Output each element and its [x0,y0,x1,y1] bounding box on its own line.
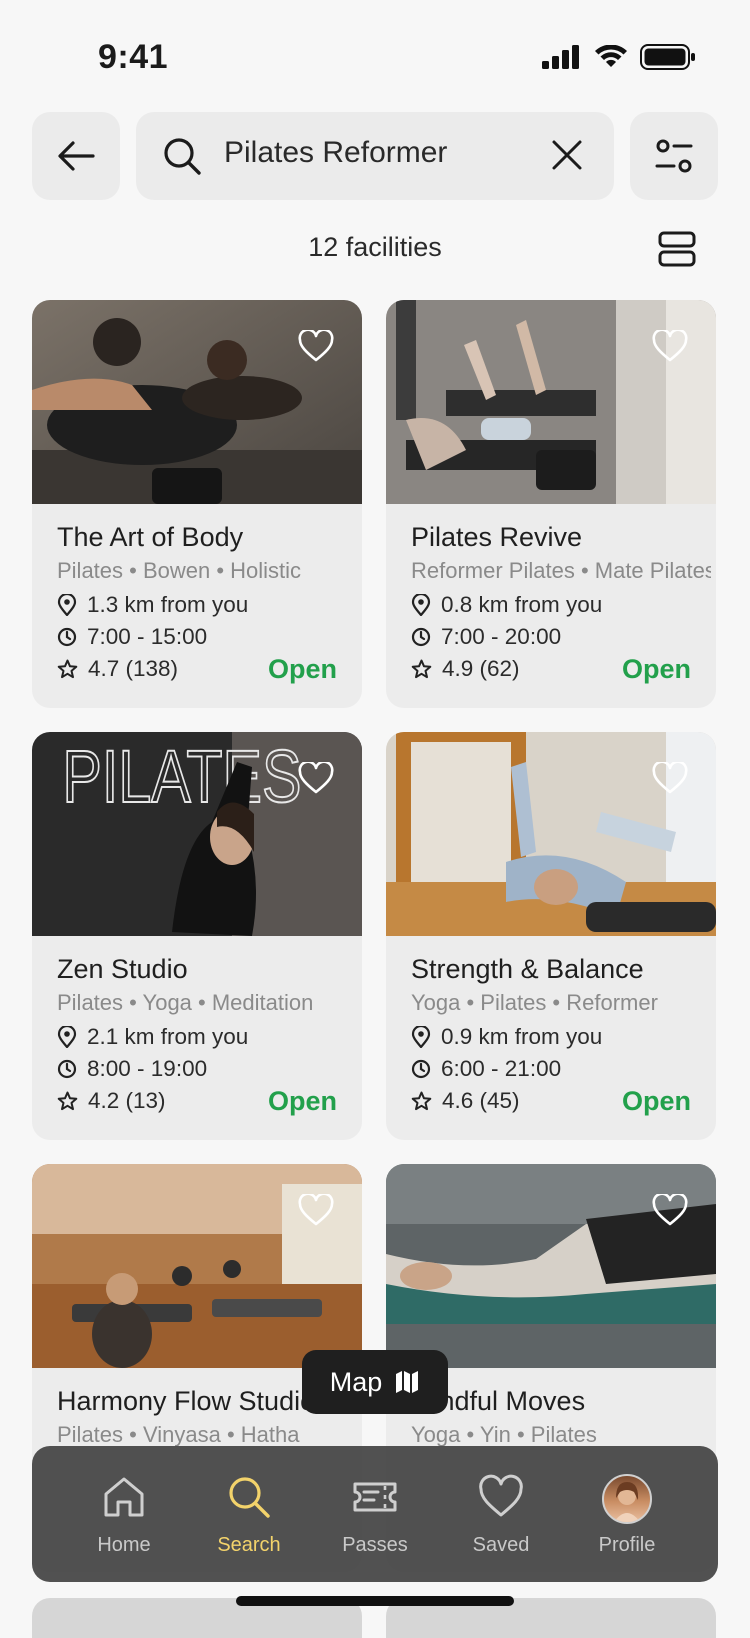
tab-label: Search [217,1534,281,1556]
facility-hours: 7:00 - 15:00 [87,624,208,649]
clock-icon [411,1059,431,1079]
bottom-tab-bar: Home Search Passes Saved Profile [32,1446,718,1582]
sliders-icon [655,139,693,173]
search-icon [164,138,201,175]
open-status: Open [267,1086,337,1116]
status-bar: 9:41 [0,0,750,110]
tab-saved[interactable]: Saved [441,1446,561,1582]
facility-distance: 0.8 km from you [441,592,603,617]
location-pin-icon [57,1026,77,1048]
favorite-heart-icon[interactable] [652,762,688,794]
tab-search[interactable]: Search [189,1446,309,1582]
facility-tags: Pilates • Bowen • Holistic [57,558,302,583]
tab-label: Passes [342,1534,408,1556]
rating-row: 4.2 (13) [57,1088,166,1114]
favorite-heart-icon[interactable] [298,762,334,794]
list-view-toggle[interactable] [658,230,696,273]
facility-tags: Yoga • Yin • Pilates [411,1422,597,1447]
facility-hours: 7:00 - 20:00 [441,624,562,649]
facility-name: Pilates Revive [411,522,583,552]
battery-icon [640,44,695,70]
open-status: Open [621,654,691,684]
clock-icon [57,627,77,647]
rating-row: 4.6 (45) [411,1088,520,1114]
home-indicator [236,1596,514,1606]
location-pin-icon [57,594,77,616]
location-pin-icon [411,594,431,616]
search-input[interactable]: Pilates Reformer [136,112,614,200]
status-time: 9:41 [98,38,169,76]
status-icons [542,44,696,70]
distance-row: 2.1 km from you [57,1024,248,1050]
distance-row: 0.9 km from you [411,1024,602,1050]
facility-name: The Art of Body [57,522,244,552]
distance-row: 0.8 km from you [411,592,602,618]
heart-icon [479,1474,523,1517]
facility-name: Zen Studio [57,954,188,984]
list-layout-icon [658,231,696,267]
tab-passes[interactable]: Passes [315,1446,435,1582]
facility-card[interactable]: Pilates Revive Reformer Pilates • Mate P… [386,300,716,708]
signal-icon [542,45,579,69]
avatar [602,1474,652,1524]
facility-distance: 1.3 km from you [87,592,249,617]
facility-name: Strength & Balance [411,954,644,984]
ticket-icon [353,1482,397,1512]
open-status: Open [621,1086,691,1116]
home-icon [104,1477,144,1517]
facility-tags: Reformer Pilates • Mate Pilates [411,558,711,583]
facility-hours: 6:00 - 21:00 [441,1056,562,1081]
star-icon [411,1091,432,1111]
search-icon [229,1477,270,1518]
close-icon[interactable] [550,138,584,172]
facility-rating: 4.6 (45) [442,1088,520,1113]
back-button[interactable] [32,112,120,200]
rating-row: 4.7 (138) [57,656,178,682]
tab-label: Home [97,1534,151,1556]
map-button-label: Map [329,1366,383,1397]
facility-distance: 0.9 km from you [441,1024,603,1049]
facility-distance: 2.1 km from you [87,1024,249,1049]
star-icon [57,659,78,679]
tab-home[interactable]: Home [64,1446,184,1582]
map-button[interactable]: Map [302,1350,448,1414]
svg-text:PILATES: PILATES [62,736,301,819]
wifi-icon [595,45,627,67]
open-status: Open [267,654,337,684]
facility-tags: Pilates • Yoga • Meditation [57,990,314,1015]
facility-tags: Pilates • Vinyasa • Hatha [57,1422,300,1447]
results-count: 12 facilities [308,232,442,262]
clock-icon [411,627,431,647]
tab-label: Profile [598,1534,656,1556]
arrow-left-icon [58,141,95,171]
star-icon [411,659,432,679]
facility-rating: 4.9 (62) [442,656,520,681]
distance-row: 1.3 km from you [57,592,248,618]
search-query[interactable]: Pilates Reformer [224,136,447,170]
filter-button[interactable] [630,112,718,200]
map-icon [396,1371,419,1393]
rating-row: 4.9 (62) [411,656,520,682]
star-icon [57,1091,78,1111]
facility-tags: Yoga • Pilates • Reformer [411,990,658,1015]
favorite-heart-icon[interactable] [298,330,334,362]
facility-card[interactable]: PILATES Zen Studio Pilates • Yoga • Medi… [32,732,362,1140]
favorite-heart-icon[interactable] [298,1194,334,1226]
facility-card[interactable]: Strength & Balance Yoga • Pilates • Refo… [386,732,716,1140]
hours-row: 7:00 - 15:00 [57,624,207,650]
hours-row: 6:00 - 21:00 [411,1056,561,1082]
facility-hours: 8:00 - 19:00 [87,1056,208,1081]
tab-label: Saved [472,1534,530,1556]
favorite-heart-icon[interactable] [652,1194,688,1226]
hours-row: 7:00 - 20:00 [411,624,561,650]
facility-rating: 4.7 (138) [88,656,179,681]
facility-rating: 4.2 (13) [88,1088,166,1113]
favorite-heart-icon[interactable] [652,330,688,362]
clock-icon [57,1059,77,1079]
facility-card[interactable]: The Art of Body Pilates • Bowen • Holist… [32,300,362,708]
facility-name: Harmony Flow Studio [57,1386,316,1416]
hours-row: 8:00 - 19:00 [57,1056,207,1082]
location-pin-icon [411,1026,431,1048]
tab-profile[interactable]: Profile [567,1446,687,1582]
